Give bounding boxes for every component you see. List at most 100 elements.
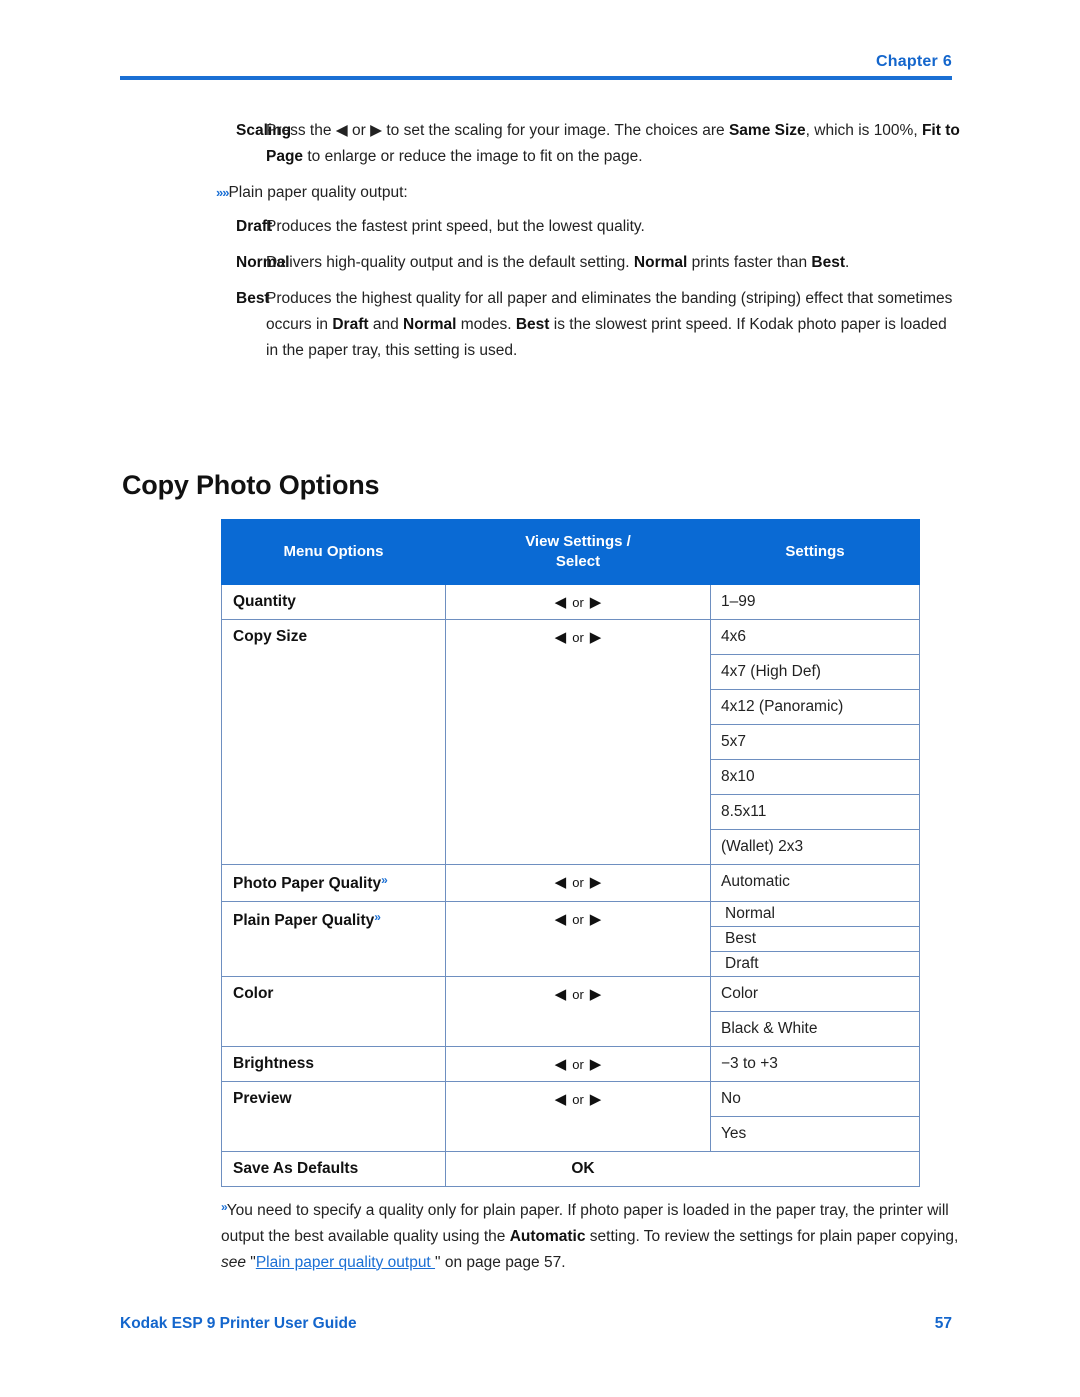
definition-best: Best Produces the highest quality for al…	[120, 286, 960, 364]
right-arrow-icon[interactable]: ▶	[590, 874, 602, 891]
select-control-cell[interactable]: ◀ or ▶	[445, 976, 711, 1047]
column-header-line2: Select	[555, 553, 601, 570]
menu-option-cell[interactable]: Copy Size	[221, 619, 446, 865]
definition-normal: Normal Delivers high-quality output and …	[120, 250, 960, 276]
left-arrow-icon[interactable]: ◀	[555, 986, 567, 1003]
emphasis-text: Same Size	[728, 122, 806, 139]
definition-description: Produces the fastest print speed, but th…	[266, 214, 960, 240]
definition-term: Scaling	[236, 122, 292, 139]
left-arrow-icon[interactable]: ◀	[555, 629, 567, 646]
left-arrow-icon[interactable]: ◀	[555, 874, 567, 891]
page-title: Copy Photo Options	[122, 470, 380, 501]
menu-option-cell[interactable]: Save As Defaults	[221, 1151, 446, 1187]
setting-value-cell: 4x6	[710, 619, 920, 655]
menu-option-cell[interactable]: Preview	[221, 1081, 446, 1152]
setting-value: 4x12 (Panoramic)	[721, 698, 844, 715]
menu-option-label: Plain Paper Quality	[233, 912, 375, 929]
right-arrow-icon[interactable]: ▶	[590, 911, 602, 928]
or-word: or	[572, 875, 584, 890]
setting-value-cell: 4x12 (Panoramic)	[710, 689, 920, 725]
chapter-word: Chapter	[876, 53, 938, 70]
footer-guide-title: Kodak ESP 9 Printer User Guide	[120, 1315, 357, 1332]
column-header-menu-options: Menu Options	[221, 519, 446, 585]
setting-value-cell: Yes	[710, 1116, 920, 1152]
select-control-cell[interactable]: ◀ or ▶	[445, 864, 711, 902]
menu-option-cell[interactable]: Color	[221, 976, 446, 1047]
menu-option-cell[interactable]: Photo Paper Quality»	[221, 864, 446, 902]
chevron-marker-icon: »	[381, 873, 388, 887]
emphasis-text: Draft	[332, 316, 369, 333]
body-text: Produces the fastest print speed, but th…	[266, 218, 645, 235]
body-text: Delivers high-quality output and is the …	[266, 254, 634, 271]
right-arrow-icon[interactable]: ▶	[590, 629, 602, 646]
select-action-cell[interactable]: OK	[445, 1151, 920, 1187]
right-arrow-icon[interactable]: ▶	[590, 1056, 602, 1073]
table-row: Quantity ◀ or ▶ 1–99	[221, 584, 920, 620]
setting-value-cell: Best	[710, 926, 920, 952]
menu-option-cell[interactable]: Plain Paper Quality»	[221, 901, 446, 977]
chapter-number: 6	[942, 53, 952, 70]
left-arrow-icon[interactable]: ◀	[555, 1091, 567, 1108]
select-control-cell[interactable]: ◀ or ▶	[445, 1046, 711, 1082]
setting-value-cell: 1–99	[710, 584, 920, 620]
select-control-cell[interactable]: ◀ or ▶	[445, 901, 711, 977]
left-arrow-icon[interactable]: ◀	[555, 911, 567, 928]
body-text: to enlarge or reduce the image to fit on…	[303, 148, 643, 165]
body-text: , which is 100%,	[805, 122, 922, 139]
definition-description: Produces the highest quality for all pap…	[266, 286, 960, 364]
menu-option-cell[interactable]: Brightness	[221, 1046, 446, 1082]
right-arrow-icon[interactable]: ▶	[590, 986, 602, 1003]
body-text: ▶	[370, 122, 383, 139]
cross-reference-link[interactable]: Plain paper quality output	[256, 1254, 435, 1271]
setting-value: No	[721, 1090, 741, 1107]
definition-term: Best	[236, 290, 270, 307]
table-body: Quantity ◀ or ▶ 1–99 Copy Size ◀ or ▶ 4x6 4x7 (Hig…	[221, 584, 920, 1187]
definition-description: Press the ◀ or ▶ to set the scaling for …	[266, 118, 960, 170]
footer-page-number: 57	[934, 1315, 952, 1332]
setting-value: 8.5x11	[721, 803, 767, 820]
select-control-cell[interactable]: ◀ or ▶	[445, 619, 711, 865]
setting-value: Normal	[725, 905, 775, 922]
copy-photo-options-table: Menu Options View Settings / Select Sett…	[221, 519, 920, 1187]
column-header-line1: View Settings /	[525, 533, 631, 550]
table-header-row: Menu Options View Settings / Select Sett…	[221, 519, 920, 585]
definition-draft: Draft Produces the fastest print speed, …	[120, 214, 960, 240]
right-arrow-icon[interactable]: ▶	[590, 1091, 602, 1108]
body-text: modes.	[456, 316, 516, 333]
definition-description: Delivers high-quality output and is the …	[266, 250, 960, 276]
or-word: or	[572, 630, 584, 645]
footnote-text-part2: setting. To review the settings for plai…	[585, 1227, 959, 1245]
setting-value: 1–99	[721, 593, 756, 610]
table-row: Copy Size ◀ or ▶ 4x6	[221, 619, 920, 865]
body-text: and	[368, 316, 403, 333]
left-arrow-icon[interactable]: ◀	[555, 594, 567, 611]
setting-value-cell: Draft	[710, 951, 920, 977]
menu-option-label: Preview	[233, 1090, 292, 1107]
select-control-cell[interactable]: ◀ or ▶	[445, 1081, 711, 1152]
emphasis-text: Normal	[403, 316, 457, 333]
table-row: Photo Paper Quality» ◀ or ▶ Automatic	[221, 864, 920, 902]
table-row: Color ◀ or ▶ Color	[221, 976, 920, 1047]
setting-value: Color	[721, 985, 759, 1002]
menu-option-cell[interactable]: Quantity	[221, 584, 446, 620]
select-control-cell[interactable]: ◀ or ▶	[445, 584, 711, 620]
body-text: .	[845, 254, 850, 271]
setting-value: 5x7	[721, 733, 746, 750]
ok-label[interactable]: OK	[571, 1160, 594, 1177]
setting-value-cell: Automatic	[710, 864, 920, 902]
setting-value-cell: 8x10	[710, 759, 920, 795]
setting-value-cell: Normal	[710, 901, 920, 927]
setting-value: −3 to +3	[721, 1055, 778, 1072]
left-arrow-icon[interactable]: ◀	[555, 1056, 567, 1073]
setting-value: 8x10	[721, 768, 755, 785]
emphasis-text: Best	[811, 254, 845, 271]
or-word: or	[572, 1057, 584, 1072]
footnote-see-word: see	[221, 1253, 246, 1271]
body-text: or	[347, 122, 371, 139]
right-arrow-icon[interactable]: ▶	[590, 594, 602, 611]
definition-term: Draft	[236, 218, 273, 235]
emphasis-text: Normal	[633, 254, 688, 271]
setting-value-cell: 4x7 (High Def)	[710, 654, 920, 690]
menu-option-label: Copy Size	[233, 628, 308, 645]
header-divider-rule	[120, 76, 952, 80]
